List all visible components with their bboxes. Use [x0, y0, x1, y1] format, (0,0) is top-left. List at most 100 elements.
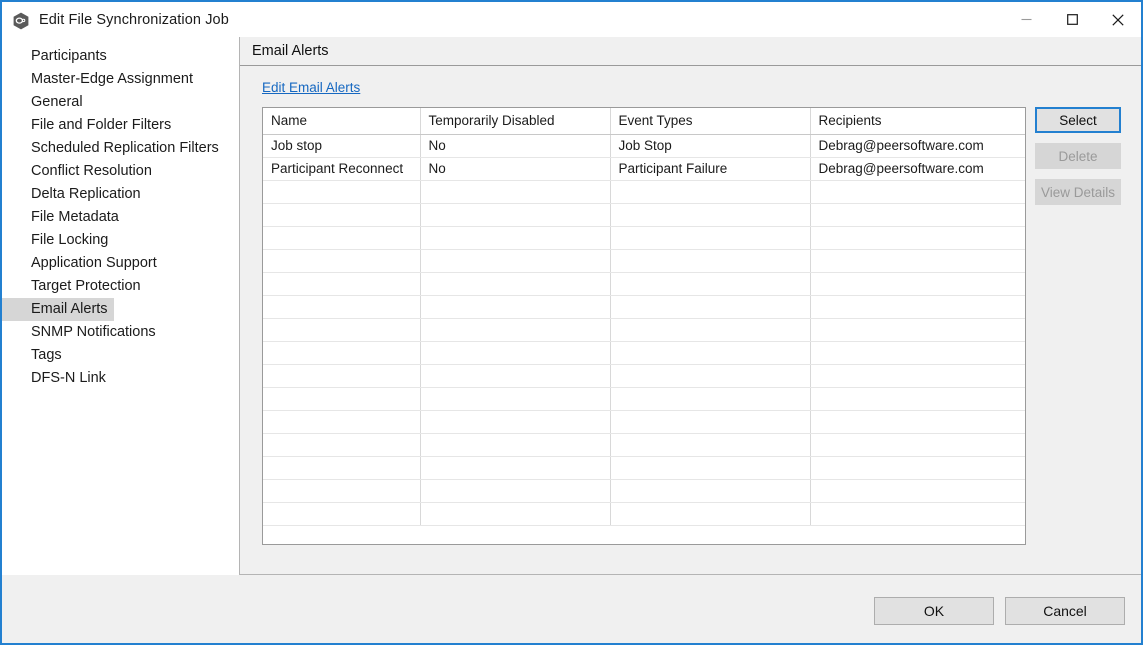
cell-empty	[810, 456, 1025, 480]
table-row-empty[interactable]	[263, 502, 1025, 526]
cancel-button[interactable]: Cancel	[1005, 597, 1125, 625]
sidebar-item-email-alerts[interactable]: Email Alerts	[2, 298, 114, 321]
table-row-empty[interactable]	[263, 433, 1025, 457]
cell-empty	[263, 341, 421, 365]
sidebar-item-application-support[interactable]: Application Support	[2, 252, 163, 275]
table-row-empty[interactable]	[263, 249, 1025, 273]
cell-empty	[420, 318, 611, 342]
cell-empty	[810, 341, 1025, 365]
cell-recipients: Debrag@peersoftware.com	[810, 157, 1025, 181]
sidebar-item-file-locking[interactable]: File Locking	[2, 229, 114, 252]
table-row-empty[interactable]	[263, 272, 1025, 296]
sidebar-item-dfs-n-link[interactable]: DFS-N Link	[2, 367, 112, 390]
cell-empty	[420, 226, 611, 250]
table-area: Name Temporarily Disabled Event Types Re…	[262, 107, 1121, 545]
column-header-temporarily-disabled[interactable]: Temporarily Disabled	[420, 108, 611, 135]
sidebar-item-file-metadata[interactable]: File Metadata	[2, 206, 125, 229]
cell-empty	[810, 272, 1025, 296]
sidebar-item-snmp-notifications[interactable]: SNMP Notifications	[2, 321, 162, 344]
cell-temporarily-disabled: No	[420, 134, 611, 158]
select-button[interactable]: Select	[1035, 107, 1121, 133]
maximize-icon[interactable]	[1049, 2, 1095, 37]
email-alerts-table[interactable]: Name Temporarily Disabled Event Types Re…	[262, 107, 1026, 545]
cell-empty	[810, 203, 1025, 227]
cell-empty	[263, 318, 421, 342]
cell-empty	[263, 203, 421, 227]
sidebar-item-conflict-resolution[interactable]: Conflict Resolution	[2, 160, 158, 183]
sidebar-item-general[interactable]: General	[2, 91, 89, 114]
cell-empty	[263, 502, 421, 526]
delete-button: Delete	[1035, 143, 1121, 169]
cell-empty	[420, 387, 611, 411]
cell-recipients: Debrag@peersoftware.com	[810, 134, 1025, 158]
view-details-button: View Details	[1035, 179, 1121, 205]
cell-empty	[610, 364, 811, 388]
cell-empty	[420, 249, 611, 273]
sidebar-item-tags[interactable]: Tags	[2, 344, 68, 367]
cell-empty	[610, 410, 811, 434]
ok-button[interactable]: OK	[874, 597, 994, 625]
table-row-empty[interactable]	[263, 387, 1025, 411]
close-icon[interactable]	[1095, 2, 1141, 37]
table-body: Job stop No Job Stop Debrag@peersoftware…	[263, 134, 1025, 526]
cell-empty	[810, 249, 1025, 273]
cell-name: Job stop	[263, 134, 421, 158]
column-header-name[interactable]: Name	[263, 108, 421, 135]
cell-empty	[810, 318, 1025, 342]
cell-empty	[263, 180, 421, 204]
app-hexagon-icon	[12, 12, 30, 30]
cell-empty	[420, 479, 611, 503]
cell-empty	[420, 410, 611, 434]
table-row-empty[interactable]	[263, 410, 1025, 434]
table-row-empty[interactable]	[263, 364, 1025, 388]
cell-empty	[420, 502, 611, 526]
table-row-empty[interactable]	[263, 479, 1025, 503]
sidebar-item-target-protection[interactable]: Target Protection	[2, 275, 147, 298]
table-header-row: Name Temporarily Disabled Event Types Re…	[263, 108, 1025, 135]
cell-empty	[810, 479, 1025, 503]
table-row[interactable]: Job stop No Job Stop Debrag@peersoftware…	[263, 134, 1025, 158]
cell-empty	[263, 226, 421, 250]
panel-body: Edit Email Alerts Name Temporarily Disab…	[240, 66, 1141, 574]
column-header-recipients[interactable]: Recipients	[810, 108, 1025, 135]
cell-empty	[610, 180, 811, 204]
edit-email-alerts-link[interactable]: Edit Email Alerts	[262, 80, 360, 95]
table-row-empty[interactable]	[263, 203, 1025, 227]
cell-empty	[610, 456, 811, 480]
table-row-empty[interactable]	[263, 295, 1025, 319]
table-row[interactable]: Participant Reconnect No Participant Fai…	[263, 157, 1025, 181]
cell-empty	[610, 295, 811, 319]
table-row-empty[interactable]	[263, 226, 1025, 250]
cell-empty	[810, 180, 1025, 204]
sidebar-item-scheduled-replication-filters[interactable]: Scheduled Replication Filters	[2, 137, 225, 160]
cell-empty	[420, 433, 611, 457]
table-row-empty[interactable]	[263, 180, 1025, 204]
cell-empty	[610, 479, 811, 503]
sidebar-item-participants[interactable]: Participants	[2, 45, 113, 68]
cell-empty	[610, 203, 811, 227]
sidebar-item-delta-replication[interactable]: Delta Replication	[2, 183, 147, 206]
column-header-event-types[interactable]: Event Types	[610, 108, 811, 135]
email-alerts-panel: Email Alerts Edit Email Alerts Name Temp…	[240, 37, 1141, 575]
title-bar: Edit File Synchronization Job	[2, 0, 1141, 37]
cell-empty	[420, 364, 611, 388]
table-row-empty[interactable]	[263, 318, 1025, 342]
minimize-icon[interactable]	[1003, 2, 1049, 37]
cell-temporarily-disabled: No	[420, 157, 611, 181]
cell-empty	[420, 272, 611, 296]
table-row-empty[interactable]	[263, 341, 1025, 365]
cell-empty	[810, 502, 1025, 526]
cell-empty	[610, 433, 811, 457]
cell-empty	[610, 502, 811, 526]
table-row-empty[interactable]	[263, 456, 1025, 480]
cell-empty	[263, 433, 421, 457]
cell-empty	[610, 341, 811, 365]
cell-empty	[263, 249, 421, 273]
page-title: Email Alerts	[252, 43, 329, 59]
panel-header: Email Alerts	[240, 37, 1141, 66]
sidebar-item-file-and-folder-filters[interactable]: File and Folder Filters	[2, 114, 177, 137]
sidebar-item-master-edge-assignment[interactable]: Master-Edge Assignment	[2, 68, 199, 91]
table-action-buttons: Select Delete View Details	[1035, 107, 1121, 215]
cell-empty	[810, 433, 1025, 457]
cell-name: Participant Reconnect	[263, 157, 421, 181]
